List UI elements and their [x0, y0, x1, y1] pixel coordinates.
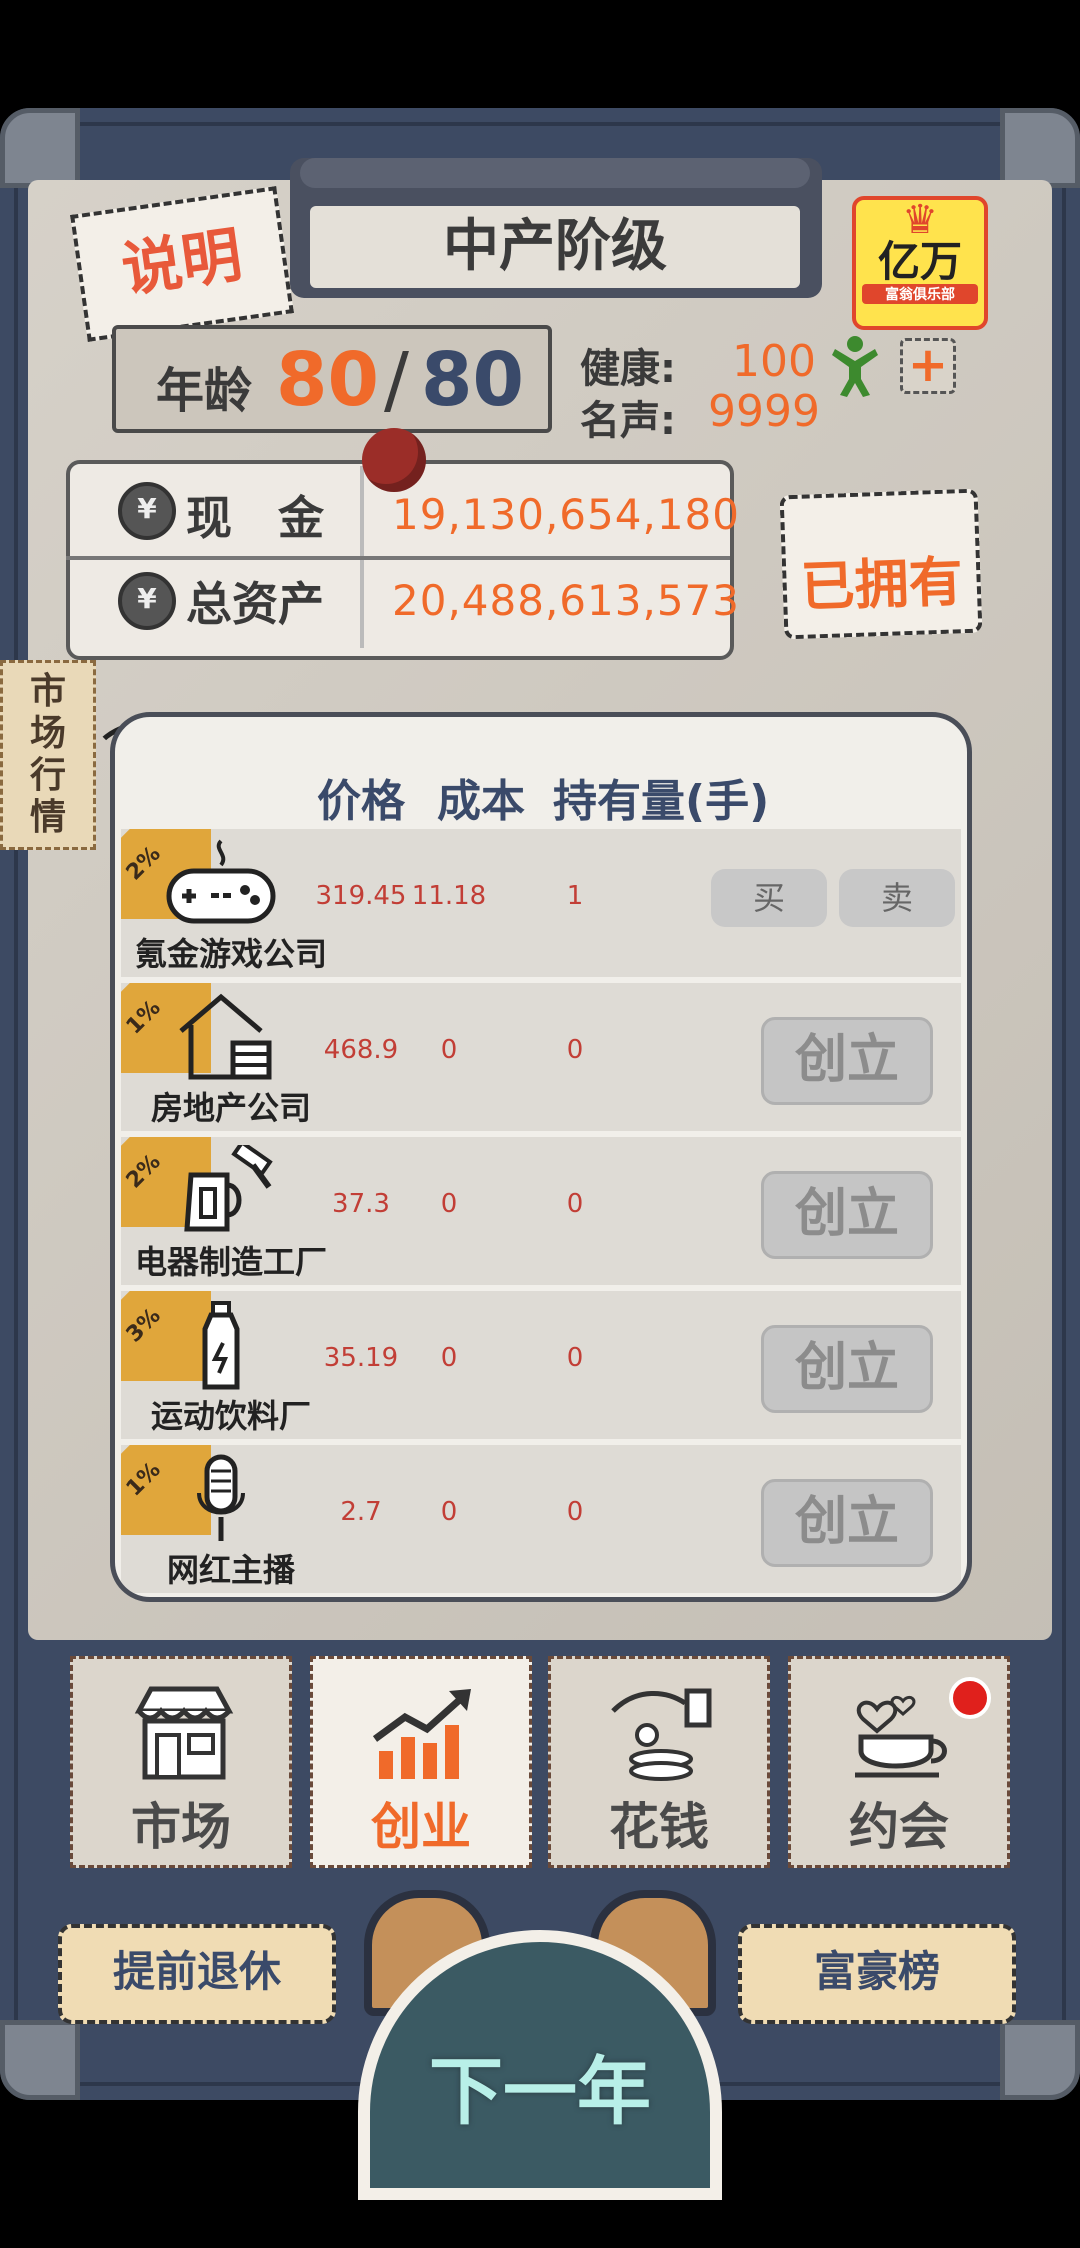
market-row: 2% 氪金游戏公司 319.45 11.18 1 买 卖: [121, 829, 961, 977]
tab-market[interactable]: 市场: [70, 1656, 292, 1868]
cash-coin-icon: ¥: [118, 482, 176, 540]
sell-button[interactable]: 卖: [839, 869, 955, 927]
chart-up-icon: [372, 1689, 471, 1779]
holding-value: 0: [566, 1189, 584, 1219]
rich-list-button[interactable]: 富豪榜: [738, 1924, 1016, 2024]
owned-button[interactable]: 已拥有: [779, 488, 983, 640]
price-value: 319.45: [315, 881, 407, 911]
age-max: 80: [421, 337, 524, 423]
price-value: 37.3: [332, 1189, 390, 1219]
cost-value: 11.18: [411, 881, 487, 911]
frame-corner: [1000, 2020, 1080, 2100]
age-current: 80: [276, 337, 379, 423]
market-panel: 价格 成本 持有量(手) 2% 氪金游戏公司 319.45 11.18 1 买 …: [110, 712, 972, 1602]
assets-coin-icon: ¥: [118, 572, 176, 630]
frame-corner: [0, 2020, 80, 2100]
logo-text-main: 亿万: [877, 237, 962, 286]
percent-label: 1%: [121, 1457, 166, 1502]
percent-label: 3%: [121, 1303, 166, 1348]
coffee-heart-icon: [855, 1696, 947, 1778]
holding-value: 0: [566, 1497, 584, 1527]
side-tag-char: 场: [29, 713, 66, 754]
tab-spend[interactable]: 花钱: [548, 1656, 770, 1868]
business-name: 房地产公司: [150, 1089, 311, 1127]
crown-icon: ♛: [902, 197, 938, 243]
gamepad-icon: [166, 839, 276, 924]
early-retire-button[interactable]: 提前退休: [58, 1924, 336, 2024]
billionaire-club-logo[interactable]: ♛ 亿万 富翁俱乐部: [852, 196, 988, 330]
holding-value: 0: [566, 1343, 584, 1373]
notification-dot: [949, 1677, 991, 1719]
bottom-tabs: 市场 创业 花钱 约会: [70, 1656, 1010, 1868]
next-year-button[interactable]: 下一年: [358, 1890, 722, 2200]
cost-value: 0: [440, 1035, 458, 1065]
tab-label: 创业: [371, 1798, 471, 1856]
side-tag-char: 市: [29, 671, 66, 712]
cash-value: 19,130,654,180: [392, 490, 740, 539]
cash-label: 现 金: [186, 491, 324, 545]
found-button[interactable]: 创立: [761, 1479, 933, 1567]
tab-label: 约会: [849, 1798, 949, 1856]
price-value: 2.7: [340, 1497, 382, 1527]
health-label: 健康:: [580, 346, 676, 392]
logo-text-sub: 富翁俱乐部: [862, 284, 978, 304]
person-icon: [832, 336, 878, 397]
header-holding: 持有量(手): [553, 776, 770, 827]
business-name: 网红主播: [166, 1551, 295, 1589]
found-button[interactable]: 创立: [761, 1017, 933, 1105]
holding-value: 1: [566, 881, 584, 911]
header-cost: 成本: [437, 776, 525, 827]
next-year-label: 下一年: [429, 2049, 651, 2135]
money-divider: [66, 556, 730, 560]
side-tag-char: 情: [29, 797, 66, 838]
add-health-button[interactable]: +: [900, 338, 956, 394]
side-tag-char: 行: [29, 755, 66, 796]
market-row: 2% 电器制造工厂 37.3 0 0 创立: [121, 1137, 961, 1285]
found-button[interactable]: 创立: [761, 1171, 933, 1259]
business-name: 氪金游戏公司: [134, 935, 327, 973]
bottle-icon: [202, 1301, 240, 1390]
price-value: 35.19: [323, 1343, 399, 1373]
tab-label: 市场: [131, 1798, 231, 1856]
buy-button[interactable]: 买: [711, 869, 827, 927]
percent-label: 1%: [121, 995, 166, 1040]
business-name: 电器制造工厂: [134, 1243, 327, 1281]
class-title: 中产阶级: [310, 206, 800, 288]
market-info-tag[interactable]: 市 场 行 情: [0, 660, 96, 850]
market-row: 1% 网红主播 2.7 0 0 创立: [121, 1445, 961, 1593]
tab-startup[interactable]: 创业: [310, 1656, 532, 1868]
kettle-hammer-icon: [184, 1145, 273, 1232]
market-row: 3% 运动饮料厂 35.19 0 0 创立: [121, 1291, 961, 1439]
tab-label: 花钱: [609, 1798, 709, 1856]
market-row: 1% 房地产公司 468.9 0 0 创立: [121, 983, 961, 1131]
holding-value: 0: [566, 1035, 584, 1065]
frame-corner: [0, 108, 80, 188]
house-icon: [179, 993, 272, 1080]
shop-icon: [134, 1686, 234, 1780]
age-label: 年龄: [156, 363, 253, 419]
title-plaque-top: [300, 158, 810, 188]
price-value: 468.9: [323, 1035, 399, 1065]
assets-value: 20,488,613,573: [392, 576, 740, 625]
coin-hand-icon: [611, 1688, 712, 1781]
age-separator: /: [384, 337, 409, 423]
frame-corner: [1000, 108, 1080, 188]
fame-label: 名声:: [580, 398, 676, 444]
microphone-icon: [197, 1454, 245, 1541]
found-button[interactable]: 创立: [761, 1325, 933, 1413]
cost-value: 0: [440, 1189, 458, 1219]
owned-button-label: 已拥有: [799, 550, 964, 619]
business-name: 运动饮料厂: [150, 1397, 311, 1435]
health-value: 100: [732, 336, 816, 387]
percent-label: 2%: [121, 841, 166, 886]
cost-value: 0: [440, 1497, 458, 1527]
assets-label: 总资产: [186, 577, 324, 631]
pushpin-icon: [362, 428, 426, 492]
fame-value: 9999: [708, 386, 820, 437]
tab-dating[interactable]: 约会: [788, 1656, 1010, 1868]
cost-value: 0: [440, 1343, 458, 1373]
age-panel: 年龄 80 / 80: [112, 325, 552, 433]
header-price: 价格: [317, 776, 405, 827]
percent-label: 2%: [121, 1149, 166, 1194]
